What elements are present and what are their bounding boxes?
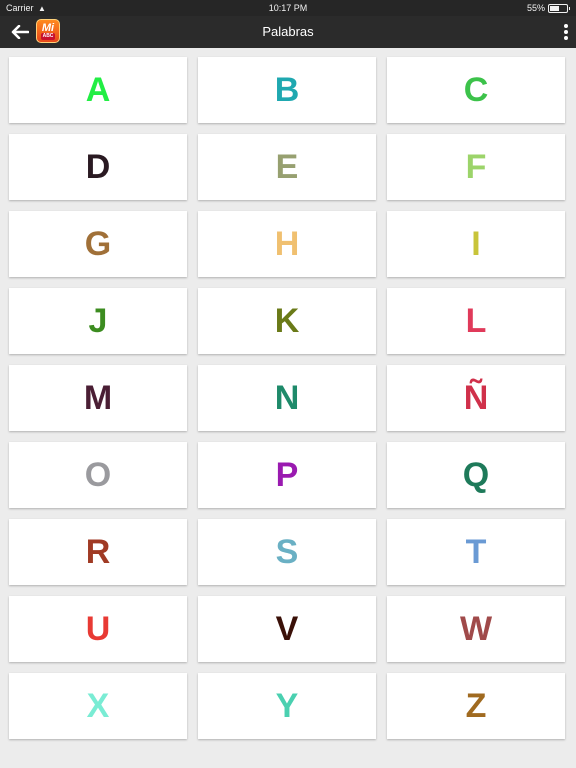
arrow-left-icon (11, 25, 29, 39)
letter-card[interactable]: P (198, 442, 376, 508)
letter-card[interactable]: Q (387, 442, 565, 508)
letter-label: Q (462, 455, 490, 494)
letter-card[interactable]: Ñ (387, 365, 565, 431)
letter-card[interactable]: K (198, 288, 376, 354)
letter-label: X (86, 686, 110, 725)
letter-label: R (85, 532, 111, 571)
letter-card[interactable]: A (9, 57, 187, 123)
letter-label: O (84, 455, 112, 494)
logo-mi-text: Mi (41, 21, 55, 34)
letter-label: N (274, 378, 300, 417)
letter-label: H (274, 224, 300, 263)
letter-label: P (275, 455, 299, 494)
battery-tip (569, 6, 570, 10)
letter-label: E (275, 147, 299, 186)
letter-card[interactable]: Z (387, 673, 565, 739)
letter-label: S (275, 532, 299, 571)
letter-card[interactable]: C (387, 57, 565, 123)
more-vertical-icon-dot (564, 36, 568, 40)
letter-label: J (88, 301, 108, 340)
letter-label: T (465, 532, 487, 571)
letter-label: K (274, 301, 300, 340)
letter-label: F (465, 147, 487, 186)
battery-fill (550, 5, 559, 11)
letter-label: U (85, 609, 111, 648)
letter-label: V (275, 609, 299, 648)
letter-card[interactable]: T (387, 519, 565, 585)
letter-card[interactable]: U (9, 596, 187, 662)
logo-abc-text: ABC (40, 32, 56, 40)
letter-card[interactable]: Y (198, 673, 376, 739)
status-battery: 55% (527, 0, 570, 16)
letter-card[interactable]: E (198, 134, 376, 200)
letter-card[interactable]: R (9, 519, 187, 585)
page-title: Palabras (262, 24, 314, 39)
letter-card[interactable]: M (9, 365, 187, 431)
more-vertical-icon-dot (564, 30, 568, 34)
letter-card[interactable]: H (198, 211, 376, 277)
letter-card[interactable]: O (9, 442, 187, 508)
letter-card[interactable]: D (9, 134, 187, 200)
letter-label: D (85, 147, 111, 186)
letter-card[interactable]: L (387, 288, 565, 354)
battery-percent: 55% (526, 3, 545, 13)
letter-card[interactable]: J (9, 288, 187, 354)
letter-card[interactable]: F (387, 134, 565, 200)
letter-card[interactable]: X (9, 673, 187, 739)
status-bar: Carrier ▲ 10:17 PM 55% (0, 0, 576, 16)
letter-card[interactable]: S (198, 519, 376, 585)
letter-label: W (459, 609, 493, 648)
letter-label: G (84, 224, 112, 263)
letter-label: B (274, 70, 300, 109)
letter-label: L (465, 301, 487, 340)
letter-label: A (85, 70, 111, 109)
letter-card[interactable]: I (387, 211, 565, 277)
more-vertical-icon (564, 24, 568, 28)
letter-label: I (471, 224, 481, 263)
more-options-button[interactable] (562, 22, 570, 42)
app-logo: Mi ABC (36, 19, 60, 43)
letter-card[interactable]: W (387, 596, 565, 662)
letter-label: Ñ (463, 378, 489, 417)
letter-label: Z (465, 686, 487, 725)
letter-label: M (83, 378, 113, 417)
letter-card[interactable]: G (9, 211, 187, 277)
letter-card[interactable]: V (198, 596, 376, 662)
letter-label: C (463, 70, 489, 109)
battery-icon (548, 3, 568, 13)
nav-bar: Palabras Mi ABC (0, 16, 576, 48)
letter-card[interactable]: B (198, 57, 376, 123)
letter-grid: A B C D E F G H I J K L M N Ñ O P Q R S T U V W X Y Z (9, 57, 567, 739)
status-time: 10:17 PM (268, 3, 308, 13)
letter-card[interactable]: N (198, 365, 376, 431)
letter-label: Y (275, 686, 299, 725)
back-button[interactable] (8, 20, 32, 44)
